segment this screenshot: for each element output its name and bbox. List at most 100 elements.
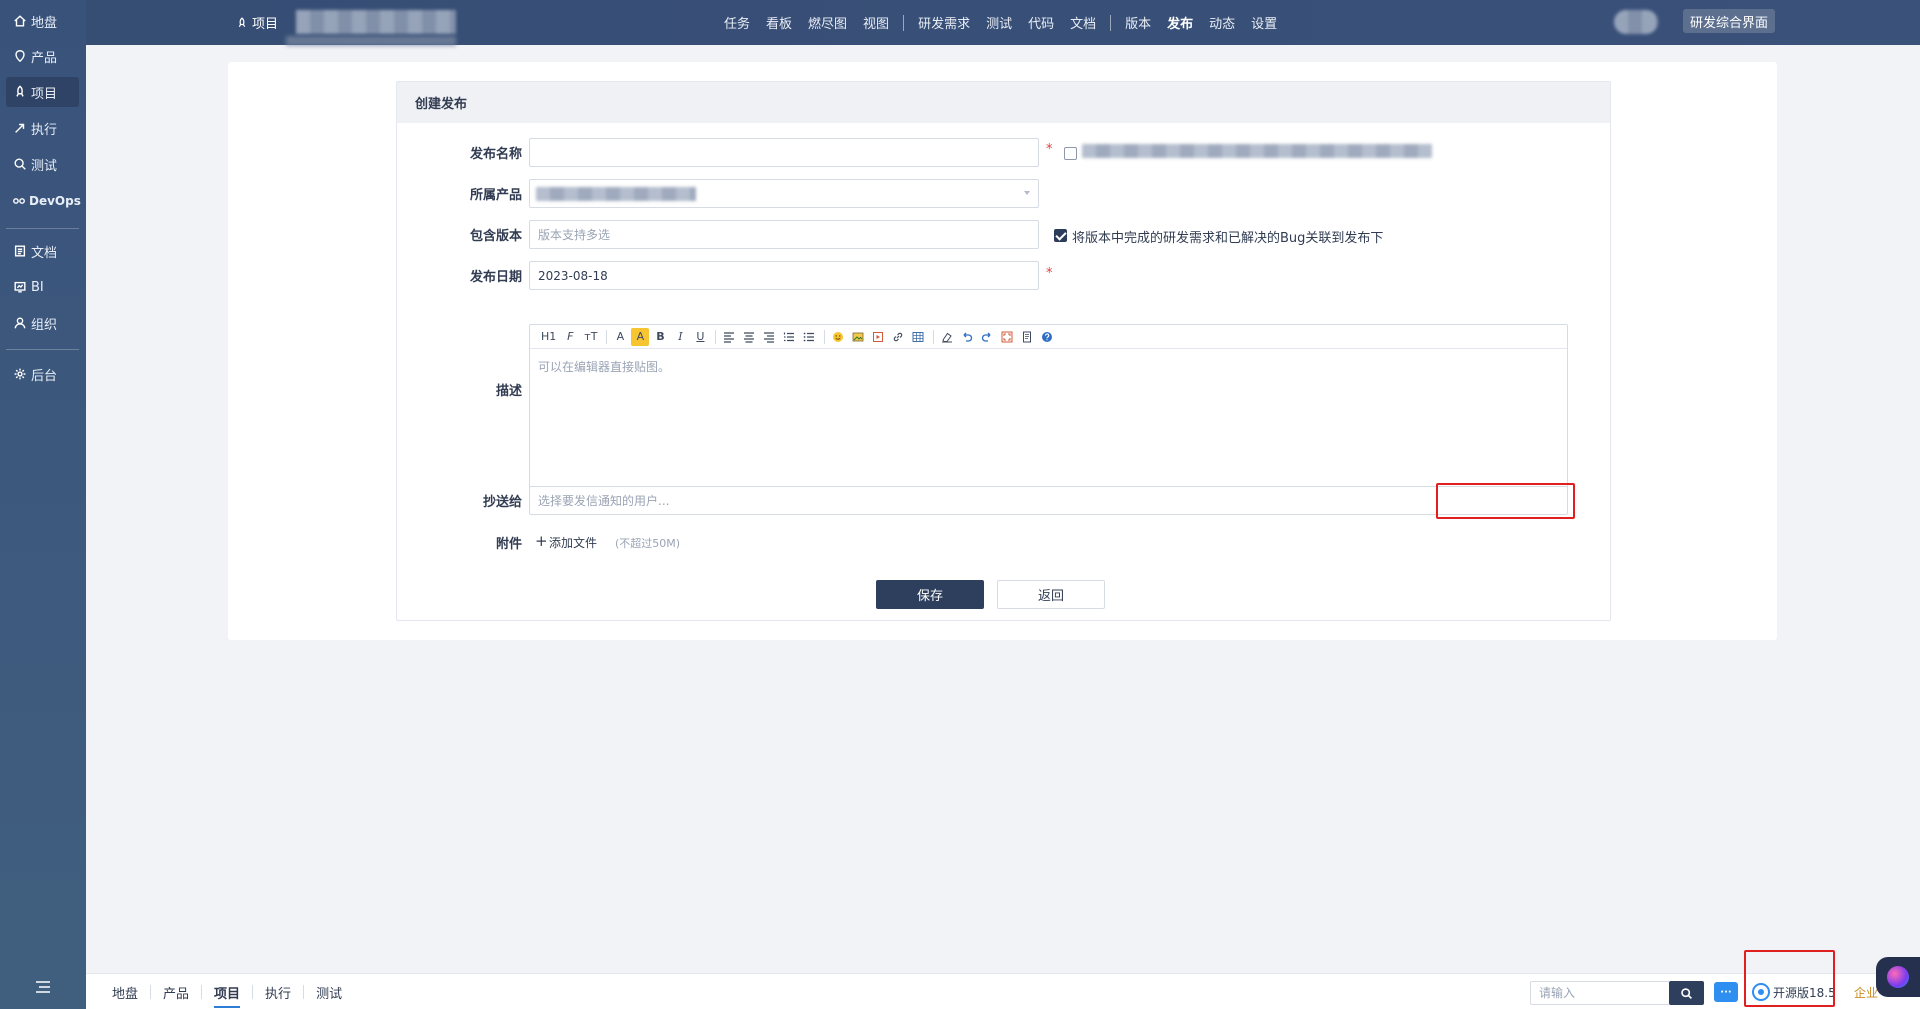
back-button[interactable]: 返回 <box>997 580 1105 609</box>
nav-task[interactable]: 任务 <box>716 13 758 32</box>
admin-icon <box>12 366 28 382</box>
bottom-bar: 地盘 产品 项目 执行 测试 ··· 开源版18.5 企业 <box>86 973 1920 1009</box>
help-icon[interactable] <box>1038 328 1056 346</box>
plus-icon: + <box>535 532 548 550</box>
nav-doc[interactable]: 文档 <box>1062 13 1104 32</box>
menu-toggle-icon[interactable] <box>34 980 52 994</box>
sidebar-item-execution[interactable]: 执行 <box>6 113 79 143</box>
font-color-button[interactable]: A <box>611 328 629 346</box>
project-name-redacted-shadow <box>286 36 456 46</box>
project-name-redacted <box>296 10 456 34</box>
global-search-input[interactable] <box>1530 981 1670 1005</box>
sidebar-item-label: 产品 <box>31 50 58 66</box>
save-button[interactable]: 保存 <box>876 580 984 609</box>
date-input[interactable] <box>529 261 1039 290</box>
emoji-icon[interactable] <box>829 328 847 346</box>
font-size-button[interactable]: тT <box>581 328 600 346</box>
nav-dynamic[interactable]: 动态 <box>1201 13 1243 32</box>
crumb-execution[interactable]: 执行 <box>253 983 303 1002</box>
org-icon <box>12 315 28 331</box>
sidebar-item-devops[interactable]: DevOps <box>6 186 81 216</box>
toolbar-divider <box>606 329 608 344</box>
align-right-icon[interactable] <box>760 328 778 346</box>
bullet-list-icon[interactable] <box>800 328 818 346</box>
view-switch-button[interactable]: 研发综合界面 <box>1683 9 1776 33</box>
sidebar-item-dashboard[interactable]: 地盘 <box>6 6 79 36</box>
underline-button[interactable]: U <box>691 328 709 346</box>
chat-icon[interactable]: ··· <box>1714 982 1738 1002</box>
ordered-list-icon[interactable] <box>780 328 798 346</box>
sidebar-item-product[interactable]: 产品 <box>6 41 79 71</box>
home-icon <box>12 13 28 29</box>
toolbar-divider <box>824 329 826 344</box>
sidebar-divider <box>6 349 79 350</box>
nav-burndown[interactable]: 燃尽图 <box>800 13 855 32</box>
redo-icon[interactable] <box>978 328 996 346</box>
nav-release[interactable]: 发布 <box>1159 13 1201 32</box>
sidebar-item-org[interactable]: 组织 <box>6 308 79 338</box>
search-button[interactable] <box>1669 981 1704 1005</box>
sidebar-item-bi[interactable]: BI <box>6 272 79 302</box>
files-label: 附件 <box>495 537 522 552</box>
project-switcher-label: 项目 <box>252 17 279 32</box>
sidebar-item-test[interactable]: 测试 <box>6 149 79 179</box>
project-nav: 任务 看板 燃尽图 视图 研发需求 测试 代码 文档 版本 发布 动态 设置 <box>716 0 1285 45</box>
undo-icon[interactable] <box>958 328 976 346</box>
align-center-icon[interactable] <box>740 328 758 346</box>
release-name-input[interactable] <box>529 138 1039 167</box>
sidebar-item-label: DevOps <box>29 194 81 208</box>
build-select[interactable] <box>529 220 1039 249</box>
bi-icon <box>12 279 28 295</box>
nav-build[interactable]: 版本 <box>1117 13 1159 32</box>
release-name-label: 发布名称 <box>469 147 522 162</box>
font-family-button[interactable]: F <box>561 328 579 346</box>
align-left-icon[interactable] <box>720 328 738 346</box>
crumb-dashboard[interactable]: 地盘 <box>100 983 150 1002</box>
project-switcher[interactable]: 项目 <box>236 0 278 45</box>
sidebar-item-label: 地盘 <box>31 15 58 31</box>
table-icon[interactable] <box>909 328 927 346</box>
crumb-product[interactable]: 产品 <box>151 983 201 1002</box>
sync-checkbox-label: 将版本中完成的研发需求和已解决的Bug关联到发布下 <box>1072 231 1384 246</box>
release-option-checkbox[interactable] <box>1064 147 1077 160</box>
fullscreen-icon[interactable] <box>998 328 1016 346</box>
product-label: 所属产品 <box>469 188 522 203</box>
sync-checkbox[interactable] <box>1054 229 1067 242</box>
sidebar-item-project[interactable]: 项目 <box>6 77 79 107</box>
description-label: 描述 <box>495 384 522 399</box>
avatar[interactable] <box>1614 10 1658 34</box>
required-mark: * <box>1046 266 1053 281</box>
media-icon[interactable] <box>869 328 887 346</box>
highlight-button[interactable]: A <box>631 327 650 346</box>
template-icon[interactable] <box>1018 328 1036 346</box>
crumb-project[interactable]: 项目 <box>202 983 252 1008</box>
toolbar-divider <box>933 329 935 344</box>
italic-button[interactable]: I <box>671 328 689 346</box>
mailto-user-select[interactable] <box>529 486 1568 515</box>
product-icon <box>12 48 28 64</box>
bold-button[interactable]: B <box>651 328 669 346</box>
add-file-button[interactable]: 添加文件 <box>549 534 597 551</box>
editor-toolbar: H1 F тT A A B I U <box>530 325 1567 349</box>
chevron-down-icon <box>1024 191 1030 195</box>
crumb-test[interactable]: 测试 <box>304 983 354 1002</box>
main-panel: 创建发布 发布名称 * 所属产品 包含版本 将版本中完成的研发需求和已解决的Bu… <box>228 62 1777 640</box>
nav-divider <box>1110 14 1112 31</box>
description-editor[interactable]: H1 F тT A A B I U 可以在编辑器直接贴图。 <box>529 324 1568 492</box>
nav-view[interactable]: 视图 <box>855 13 897 32</box>
nav-kanban[interactable]: 看板 <box>758 13 800 32</box>
ai-assistant-button[interactable] <box>1876 957 1920 997</box>
heading-button[interactable]: H1 <box>538 328 559 346</box>
eraser-icon[interactable] <box>938 328 956 346</box>
nav-code[interactable]: 代码 <box>1020 13 1062 32</box>
link-icon[interactable] <box>889 328 907 346</box>
product-select[interactable] <box>529 179 1039 208</box>
sidebar-divider <box>6 228 79 229</box>
nav-test[interactable]: 测试 <box>978 13 1020 32</box>
image-icon[interactable] <box>849 328 867 346</box>
sidebar-item-admin[interactable]: 后台 <box>6 359 79 389</box>
sidebar-item-doc[interactable]: 文档 <box>6 236 79 266</box>
enterprise-link[interactable]: 企业 <box>1854 984 1878 1001</box>
nav-settings[interactable]: 设置 <box>1243 13 1285 32</box>
nav-story[interactable]: 研发需求 <box>910 13 978 32</box>
